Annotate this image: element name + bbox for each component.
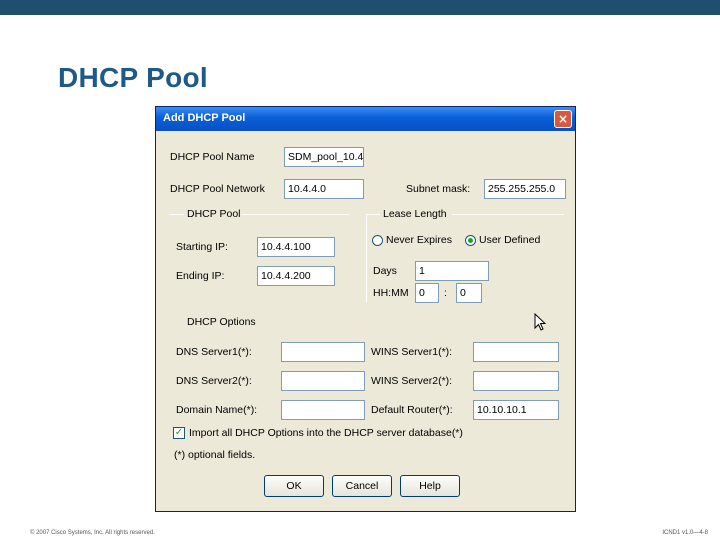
pool-group-label: DHCP Pool: [187, 208, 241, 220]
time-separator: :: [444, 287, 447, 299]
hhmm-label: HH:MM: [373, 287, 409, 299]
domain-name-label: Domain Name(*):: [176, 404, 258, 416]
pool-network-label: DHCP Pool Network: [170, 183, 265, 195]
wins1-label: WINS Server1(*):: [371, 346, 453, 358]
days-label: Days: [373, 265, 397, 277]
dialog-title: Add DHCP Pool: [163, 112, 246, 124]
dns2-label: DNS Server2(*):: [176, 375, 252, 387]
ending-ip-label: Ending IP:: [176, 270, 225, 282]
days-input[interactable]: 1: [415, 261, 489, 281]
copyright-footer: © 2007 Cisco Systems, Inc. All rights re…: [30, 530, 155, 536]
ok-button[interactable]: OK: [264, 475, 324, 497]
mouse-pointer-icon: [534, 313, 546, 331]
pool-group-line-right: [242, 214, 349, 215]
cancel-button[interactable]: Cancel: [332, 475, 392, 497]
optional-fields-note: (*) optional fields.: [174, 449, 256, 461]
import-options-label: Import all DHCP Options into the DHCP se…: [189, 427, 463, 439]
lease-group-line-right: [452, 214, 564, 215]
minutes-input[interactable]: 0: [456, 283, 482, 303]
subnet-mask-input[interactable]: 255.255.255.0: [484, 179, 566, 199]
subnet-mask-label: Subnet mask:: [406, 183, 471, 195]
pool-group-line-left: [170, 214, 184, 215]
user-defined-radio[interactable]: [465, 235, 476, 246]
import-options-checkbox[interactable]: ✓: [173, 427, 185, 439]
dns1-input[interactable]: [281, 342, 365, 362]
dialog-titlebar[interactable]: Add DHCP Pool ×: [156, 107, 575, 131]
pool-name-label: DHCP Pool Name: [170, 151, 255, 163]
never-expires-label: Never Expires: [386, 234, 452, 246]
default-router-label: Default Router(*):: [371, 404, 453, 416]
lease-group-line-left: [366, 214, 380, 215]
domain-name-input[interactable]: [281, 400, 365, 420]
add-dhcp-pool-dialog: Add DHCP Pool × DHCP Pool Name SDM_pool_…: [155, 106, 576, 512]
starting-ip-input[interactable]: 10.4.4.100: [257, 237, 335, 257]
ending-ip-input[interactable]: 10.4.4.200: [257, 266, 335, 286]
default-router-input[interactable]: 10.10.10.1: [473, 400, 559, 420]
starting-ip-label: Starting IP:: [176, 241, 228, 253]
pool-network-input[interactable]: 10.4.4.0: [284, 179, 364, 199]
user-defined-label: User Defined: [479, 234, 541, 246]
wins1-input[interactable]: [473, 342, 559, 362]
pool-name-input[interactable]: SDM_pool_10.4.4.0: [284, 147, 364, 167]
lease-group-line-vertical: [366, 214, 367, 302]
options-group-label: DHCP Options: [187, 316, 256, 328]
wins2-input[interactable]: [473, 371, 559, 391]
top-banner: [0, 0, 720, 15]
never-expires-radio[interactable]: [372, 235, 383, 246]
dns1-label: DNS Server1(*):: [176, 346, 252, 358]
lease-group-label: Lease Length: [383, 208, 447, 220]
course-code-footer: ICND1 v1.0—4-8: [662, 530, 708, 536]
help-button[interactable]: Help: [400, 475, 460, 497]
dns2-input[interactable]: [281, 371, 365, 391]
close-button[interactable]: ×: [554, 110, 572, 128]
slide-title: DHCP Pool: [58, 62, 208, 93]
wins2-label: WINS Server2(*):: [371, 375, 453, 387]
hours-input[interactable]: 0: [415, 283, 439, 303]
